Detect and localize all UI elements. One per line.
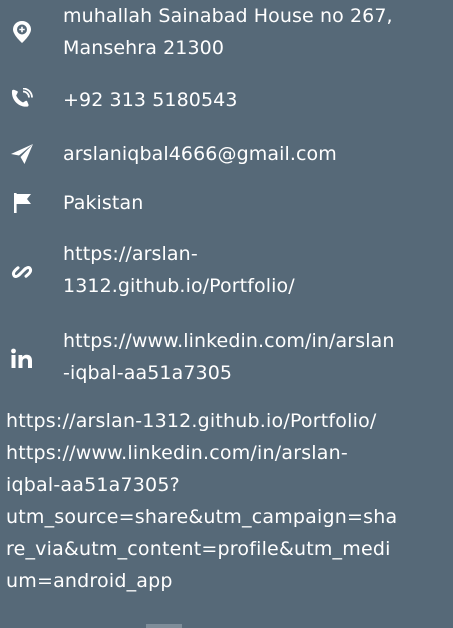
address-text: muhallah Sainabad House no 267, Mansehra…	[63, 0, 445, 64]
note-line-2[interactable]: https://www.linkedin.com/in/arslan-	[6, 437, 451, 469]
paper-plane-icon	[6, 138, 38, 170]
contact-panel: muhallah Sainabad House no 267, Mansehra…	[0, 0, 453, 628]
note-line-1[interactable]: https://arslan-1312.github.io/Portfolio/	[6, 405, 451, 437]
portfolio-line-2[interactable]: 1312.github.io/Portfolio/	[63, 270, 445, 302]
address-line-1: muhallah Sainabad House no 267,	[63, 5, 393, 27]
portfolio-link[interactable]: https://arslan- 1312.github.io/Portfolio…	[63, 238, 445, 302]
address-line-2: Mansehra 21300	[63, 37, 225, 59]
phone-text[interactable]: +92 313 5180543	[63, 84, 445, 116]
links-note: https://arslan-1312.github.io/Portfolio/…	[6, 405, 451, 597]
email-text[interactable]: arslaniqbal4666@gmail.com	[63, 138, 445, 170]
flag-icon	[6, 187, 38, 219]
linkedin-line-2[interactable]: -iqbal-aa51a7305	[63, 357, 445, 389]
link-icon	[6, 256, 38, 288]
note-line-6[interactable]: um=android_app	[6, 565, 451, 597]
country-text: Pakistan	[63, 192, 144, 214]
bottom-edge-mark	[146, 624, 182, 628]
linkedin-link[interactable]: https://www.linkedin.com/in/arslan -iqba…	[63, 325, 445, 389]
note-line-5[interactable]: re_via&utm_content=profile&utm_medi	[6, 533, 451, 565]
phone-icon	[6, 84, 38, 116]
note-line-3[interactable]: iqbal-aa51a7305?	[6, 469, 451, 501]
location-pin-icon	[6, 16, 38, 48]
linkedin-line-1[interactable]: https://www.linkedin.com/in/arslan	[63, 325, 445, 357]
note-line-4[interactable]: utm_source=share&utm_campaign=sha	[6, 501, 451, 533]
linkedin-icon	[6, 343, 38, 375]
portfolio-line-1[interactable]: https://arslan-	[63, 238, 445, 270]
